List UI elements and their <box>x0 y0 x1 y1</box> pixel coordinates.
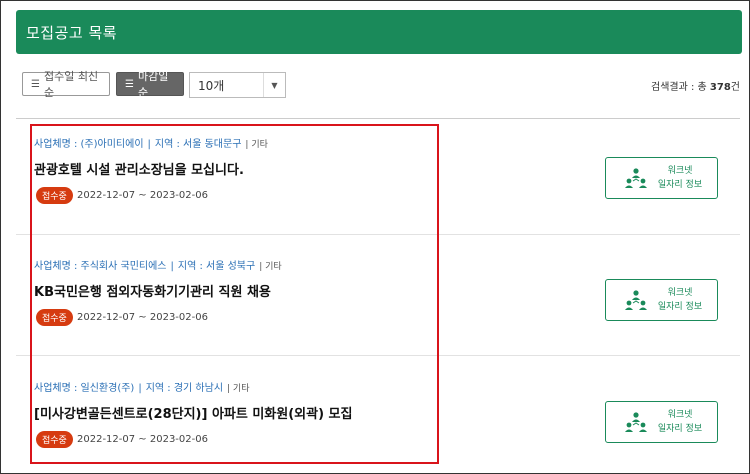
people-network-icon <box>625 290 647 310</box>
worknet-job-info-button[interactable]: 워크넷 일자리 정보 <box>605 157 718 199</box>
page-size-value: 10개 <box>198 78 225 93</box>
result-suffix: 건 <box>730 82 740 93</box>
people-network-icon <box>625 168 647 188</box>
sort-by-date-button[interactable]: ☰ 접수일 최신순 <box>22 70 110 99</box>
people-network-icon <box>625 412 647 432</box>
result-number: 378 <box>709 82 731 93</box>
page-size-select[interactable]: 10개 ▼ <box>189 72 286 98</box>
worknet-label: 워크넷 일자리 정보 <box>657 166 703 190</box>
sort-by-deadline-label: 마감일순 <box>137 70 169 99</box>
result-prefix: 검색결과 : 총 <box>651 82 710 93</box>
sort-by-deadline-button[interactable]: ☰ 마감일순 <box>116 70 184 99</box>
worknet-job-info-button[interactable]: 워크넷 일자리 정보 <box>605 279 718 321</box>
result-count: 검색결과 : 총 378건 <box>651 78 740 93</box>
chevron-down-icon[interactable]: ▼ <box>263 73 285 97</box>
highlight-box <box>30 124 439 464</box>
worknet-label: 워크넷 일자리 정보 <box>657 288 703 312</box>
list-toolbar: ☰ 접수일 최신순 ☰ 마감일순 10개 ▼ 검색결과 : 총 378건 <box>22 70 740 99</box>
list-icon: ☰ <box>125 78 134 90</box>
list-icon: ☰ <box>31 78 40 90</box>
sort-by-date-label: 접수일 최신순 <box>43 70 99 99</box>
page-title: 모집공고 목록 <box>26 24 118 42</box>
list-top-border <box>16 118 740 119</box>
page-header: 모집공고 목록 <box>16 10 742 54</box>
worknet-label: 워크넷 일자리 정보 <box>657 410 703 434</box>
worknet-job-info-button[interactable]: 워크넷 일자리 정보 <box>605 401 718 443</box>
